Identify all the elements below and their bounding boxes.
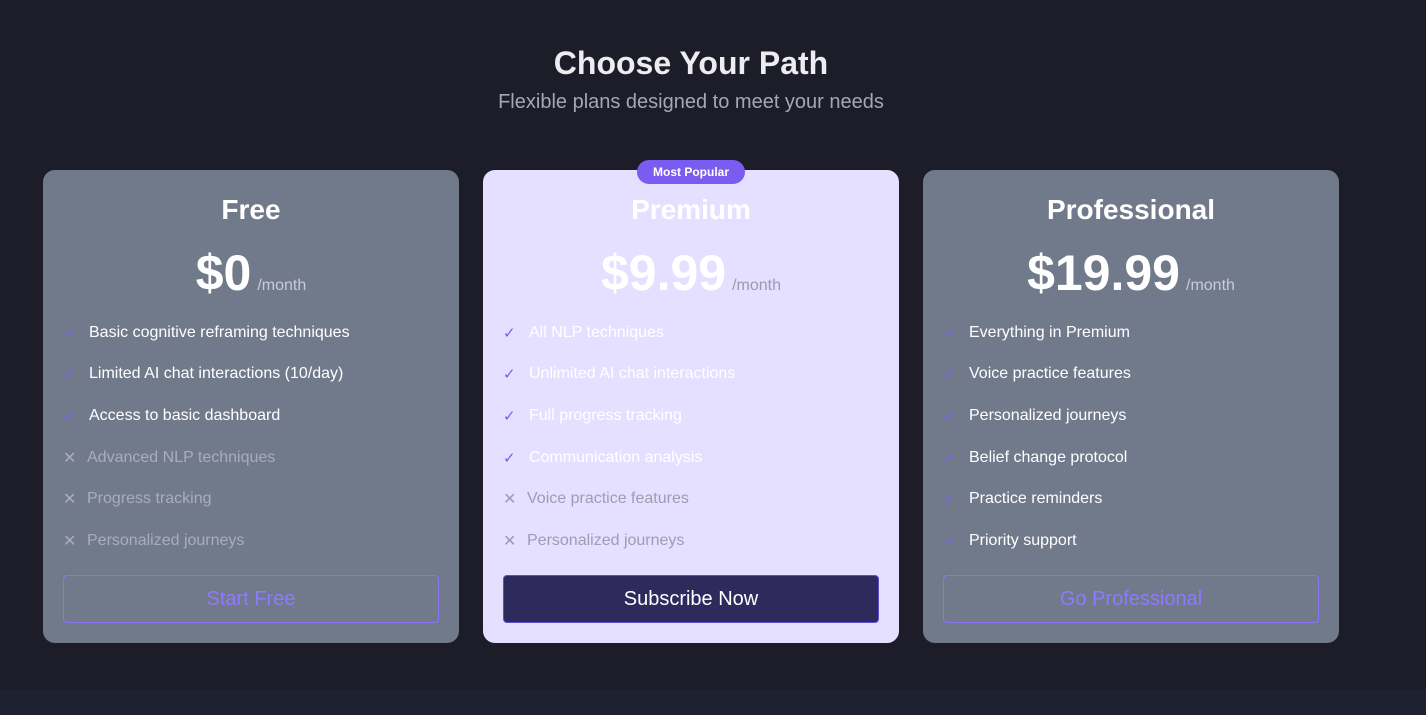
- feature-item: ✓ Priority support: [943, 520, 1319, 562]
- plan-card-free: Free $0/month ✓ Basic cognitive reframing…: [43, 170, 459, 643]
- x-icon: ✕: [63, 449, 77, 467]
- feature-item: ✓ Access to basic dashboard: [63, 395, 439, 437]
- plan-period: /month: [1186, 277, 1235, 294]
- feature-text: Practice reminders: [969, 490, 1103, 508]
- check-icon: ✓: [943, 449, 956, 467]
- check-icon: ✓: [943, 491, 956, 509]
- feature-item: ✓ Practice reminders: [943, 478, 1319, 520]
- feature-text: Progress tracking: [87, 490, 212, 508]
- feature-item: ✕ Progress tracking: [63, 478, 439, 520]
- feature-text: Communication analysis: [529, 448, 703, 466]
- feature-text: All NLP techniques: [529, 323, 664, 341]
- feature-item: ✓ Belief change protocol: [943, 437, 1319, 479]
- feature-item: ✓ Full progress tracking: [503, 395, 879, 437]
- price-row: $9.99/month: [503, 244, 879, 302]
- feature-text: Full progress tracking: [529, 406, 682, 424]
- check-icon: ✓: [503, 324, 516, 342]
- feature-item: ✕ Voice practice features: [503, 478, 879, 520]
- feature-text: Personalized journeys: [87, 531, 245, 549]
- check-icon: ✓: [63, 366, 76, 384]
- most-popular-badge: Most Popular: [636, 160, 746, 184]
- feature-item: ✕ Advanced NLP techniques: [63, 437, 439, 479]
- plan-card-premium: Most Popular Premium $9.99/month ✓ All NL…: [483, 160, 899, 643]
- feature-item: ✓ Everything in Premium: [943, 312, 1319, 354]
- pricing-cards: Free $0/month ✓ Basic cognitive reframing…: [43, 160, 1339, 643]
- check-icon: ✓: [503, 366, 516, 384]
- plan-period: /month: [257, 277, 307, 294]
- plan-name: Professional: [1046, 194, 1216, 225]
- check-icon: ✓: [63, 407, 76, 425]
- pricing-page: Choose Your Path Flexible plans designed…: [0, 0, 1426, 715]
- feature-item: ✓ Unlimited AI chat interactions: [503, 354, 879, 396]
- feature-item: ✕ Personalized journeys: [503, 520, 879, 562]
- plan-name: Free: [221, 194, 281, 225]
- x-icon: ✕: [503, 532, 517, 550]
- feature-item: ✓ Basic cognitive reframing techniques: [63, 312, 439, 354]
- feature-text: Voice practice features: [969, 365, 1131, 383]
- feature-text: Limited AI chat interactions (10/day): [89, 365, 344, 383]
- check-icon: ✓: [943, 366, 956, 384]
- feature-text: Voice practice features: [527, 490, 689, 508]
- feature-list: ✓ All NLP techniques ✓ Unlimited AI chat i…: [503, 312, 879, 562]
- feature-item: ✓ Communication analysis: [503, 437, 879, 479]
- price-row: $0/month: [63, 244, 439, 302]
- x-icon: ✕: [503, 491, 517, 509]
- go-professional-button[interactable]: Go Professional: [943, 575, 1319, 623]
- check-icon: ✓: [503, 407, 516, 425]
- pricing-header: Choose Your Path Flexible plans designed…: [0, 44, 1382, 114]
- footer-strip: [0, 690, 1426, 715]
- plan-price: $0: [195, 245, 252, 301]
- page-title: Choose Your Path: [553, 45, 829, 81]
- feature-item: ✓ Limited AI chat interactions (10/day): [63, 354, 439, 396]
- feature-item: ✕ Personalized journeys: [63, 520, 439, 562]
- feature-text: Belief change protocol: [969, 448, 1128, 466]
- feature-item: ✓ Voice practice features: [943, 354, 1319, 396]
- page-subtitle: Flexible plans designed to meet your nee…: [498, 91, 884, 113]
- plan-price: $19.99: [1027, 245, 1180, 301]
- feature-text: Personalized journeys: [969, 406, 1127, 424]
- plan-card-professional: Professional $19.99/month ✓ Everything in…: [923, 170, 1339, 643]
- feature-text: Basic cognitive reframing techniques: [89, 323, 350, 341]
- feature-text: Everything in Premium: [969, 323, 1130, 341]
- feature-text: Access to basic dashboard: [89, 406, 281, 424]
- x-icon: ✕: [63, 532, 77, 550]
- check-icon: ✓: [943, 532, 956, 550]
- feature-item: ✓ Personalized journeys: [943, 395, 1319, 437]
- feature-text: Priority support: [969, 531, 1077, 549]
- feature-text: Personalized journeys: [527, 531, 685, 549]
- feature-item: ✓ All NLP techniques: [503, 312, 879, 354]
- check-icon: ✓: [503, 449, 516, 467]
- check-icon: ✓: [943, 324, 956, 342]
- plan-period: /month: [732, 277, 782, 294]
- subscribe-now-button[interactable]: Subscribe Now: [503, 575, 879, 623]
- check-icon: ✓: [943, 407, 956, 425]
- price-row: $19.99/month: [943, 244, 1319, 302]
- feature-text: Advanced NLP techniques: [87, 448, 276, 466]
- feature-list: ✓ Basic cognitive reframing techniques ✓ L…: [63, 312, 439, 562]
- check-icon: ✓: [63, 324, 76, 342]
- feature-text: Unlimited AI chat interactions: [529, 365, 736, 383]
- plan-price: $9.99: [600, 245, 727, 301]
- start-free-button[interactable]: Start Free: [63, 575, 439, 623]
- feature-list: ✓ Everything in Premium ✓ Voice practice f…: [943, 312, 1319, 562]
- x-icon: ✕: [63, 491, 77, 509]
